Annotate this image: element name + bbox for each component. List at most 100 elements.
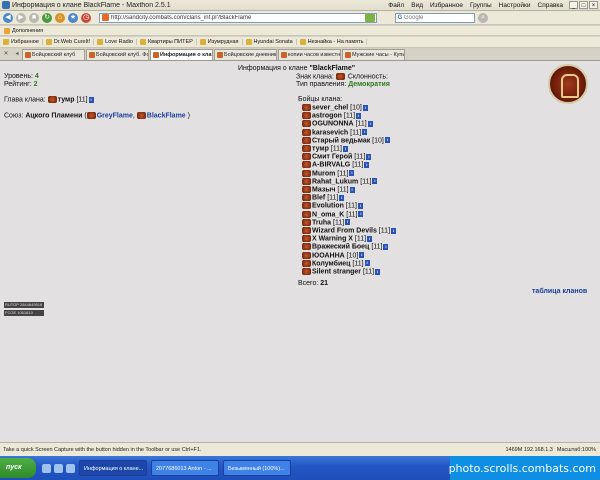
tab-diaries[interactable]: Бойцовские дневники - Ворлок... <box>214 49 277 60</box>
member-name[interactable]: Колумбиец <box>312 260 350 267</box>
clan-sign-icon <box>136 112 146 119</box>
maximize-icon[interactable]: □ <box>579 1 588 9</box>
stats-counter[interactable]: FCGE 1061810 16102 <box>4 310 44 321</box>
info-icon[interactable]: i <box>362 104 368 111</box>
menu-help[interactable]: Справка <box>538 2 564 9</box>
info-icon[interactable]: i <box>356 112 362 119</box>
info-icon[interactable]: i <box>358 202 363 209</box>
info-icon[interactable]: i <box>358 211 364 218</box>
info-icon[interactable]: i <box>367 120 373 127</box>
forward-icon[interactable]: ▶ <box>16 12 26 23</box>
info-icon[interactable]: i <box>384 137 390 144</box>
status-zoom[interactable]: Масштаб:100% <box>557 447 596 453</box>
tab-scroll-icon[interactable]: ◂ <box>13 50 21 58</box>
info-icon[interactable]: i <box>342 145 348 152</box>
menu-favorites[interactable]: Избранное <box>430 2 463 9</box>
favorite-item[interactable]: Незнайка - На память <box>300 39 368 45</box>
info-icon[interactable]: i <box>366 153 372 160</box>
member-name[interactable]: Смит Герой <box>312 154 352 161</box>
info-icon[interactable]: i <box>345 219 351 226</box>
addons-button[interactable]: Дополнения <box>4 28 43 34</box>
search-go-icon[interactable]: ⌕ <box>478 12 488 23</box>
search-input[interactable] <box>404 14 464 21</box>
menu-view[interactable]: Вид <box>411 2 423 9</box>
member-name[interactable]: N_oma_K <box>312 211 344 218</box>
info-icon[interactable]: i <box>367 235 373 242</box>
clan-sign-icon <box>302 153 311 161</box>
menu-settings[interactable]: Настройки <box>499 2 531 9</box>
member-name[interactable]: Rahat_Lukum <box>312 178 358 185</box>
union-clan-link[interactable]: GreyFlame <box>97 112 133 119</box>
member-name[interactable]: Truha <box>312 219 331 226</box>
home-icon[interactable]: ⌂ <box>55 12 65 23</box>
search-box[interactable]: G <box>395 12 475 23</box>
favorite-item[interactable]: Love Radio <box>97 39 137 45</box>
favorite-item[interactable]: Dr.Web CureIt! <box>46 39 95 45</box>
favorite-item[interactable]: Изумрудная <box>200 39 243 45</box>
tab-clan-info[interactable]: Информация о клане BlackF... <box>150 49 213 60</box>
favorite-item[interactable]: Квартиры ПИТЕР <box>140 39 197 45</box>
tab-watch-copies[interactable]: копии часов известных марок ... <box>278 49 341 60</box>
info-icon[interactable]: i <box>383 243 389 250</box>
taskbar-item[interactable]: Безымянный (100%)... <box>223 460 291 476</box>
union-clan-link[interactable]: BlackFlame <box>147 112 186 119</box>
address-bar[interactable]: http://sandcity.combats.com/clans_inf.pl… <box>99 12 377 23</box>
member-name[interactable]: Вражеский Боец <box>312 244 369 251</box>
favorite-item[interactable]: Избранное <box>3 39 43 45</box>
clans-table-link[interactable]: таблица кланов <box>532 288 587 295</box>
info-icon[interactable]: i <box>391 227 397 234</box>
maxthon-app-icon <box>2 1 10 9</box>
minimize-icon[interactable]: _ <box>569 1 578 9</box>
desktop-icon[interactable] <box>42 463 51 473</box>
back-icon[interactable]: ◀ <box>3 12 13 23</box>
tab-list-icon[interactable]: ✕ <box>2 50 10 58</box>
close-icon[interactable]: × <box>589 1 598 9</box>
member-name[interactable]: Старый ведьмак <box>312 137 370 144</box>
head-name[interactable]: тумр <box>58 96 75 103</box>
tab-mens-watches[interactable]: Мужские часы - Купить копии - ст... <box>342 49 405 60</box>
taskbar-item[interactable]: 2077686013 Anton - ... <box>151 460 219 476</box>
taskbar-item[interactable]: Информация о клане... <box>79 460 147 476</box>
tab-strip: ✕ ◂ Бойцовский клуб Бойцовский клуб. Фор… <box>0 49 600 61</box>
media-icon[interactable] <box>66 463 75 473</box>
member-name[interactable]: ЮОАННА <box>312 252 345 259</box>
member-name[interactable]: X Warning X <box>312 236 353 243</box>
info-icon[interactable]: i <box>349 170 355 177</box>
info-icon[interactable]: i <box>349 186 355 193</box>
start-button[interactable]: пуск <box>0 458 36 478</box>
member-name[interactable]: astrogon <box>312 113 342 120</box>
info-icon[interactable]: i <box>375 268 381 275</box>
address-url[interactable]: http://sandcity.combats.com/clans_inf.pl… <box>111 15 251 21</box>
member-name[interactable]: Мазыч <box>312 186 335 193</box>
info-icon[interactable]: i <box>362 129 368 136</box>
info-icon[interactable]: i <box>364 260 370 267</box>
member-name[interactable]: A-BIRVALG <box>312 162 350 169</box>
tab-combats-club[interactable]: Бойцовский клуб <box>22 49 85 60</box>
rutop-counter[interactable]: RUTOP 2844649516 <box>4 302 44 308</box>
member-name[interactable]: Evolution <box>312 203 344 210</box>
member-name[interactable]: Murom <box>312 170 335 177</box>
menu-file[interactable]: Файл <box>388 2 404 9</box>
browser-icon[interactable] <box>54 463 63 473</box>
member-name[interactable]: OGUNONNA <box>312 121 354 128</box>
info-icon[interactable]: i <box>372 178 378 185</box>
menu-groups[interactable]: Группы <box>470 2 492 9</box>
info-icon[interactable]: i <box>339 194 345 201</box>
stop-icon[interactable]: ■ <box>29 12 39 23</box>
member-name[interactable]: Wizard From Devils <box>312 227 377 234</box>
tab-forum[interactable]: Бойцовский клуб. Форум: "Пер... <box>86 49 149 60</box>
member-name[interactable]: тумр <box>312 145 329 152</box>
history-icon[interactable]: ◷ <box>81 12 91 23</box>
member-name[interactable]: sever_chel <box>312 104 348 111</box>
info-icon[interactable]: i <box>364 161 370 168</box>
member-name[interactable]: karasevich <box>312 129 348 136</box>
member-name[interactable]: Blef <box>312 195 325 202</box>
member-name[interactable]: Silent stranger <box>312 268 361 275</box>
member-level: [11] <box>371 243 383 251</box>
favorite-item[interactable]: Hyundai Sonata <box>246 39 297 45</box>
info-icon[interactable]: i <box>88 96 94 103</box>
go-icon[interactable] <box>365 13 375 22</box>
favorites-icon[interactable]: ★ <box>68 12 78 23</box>
refresh-icon[interactable]: ↻ <box>42 12 52 23</box>
info-icon[interactable]: i <box>359 252 365 259</box>
